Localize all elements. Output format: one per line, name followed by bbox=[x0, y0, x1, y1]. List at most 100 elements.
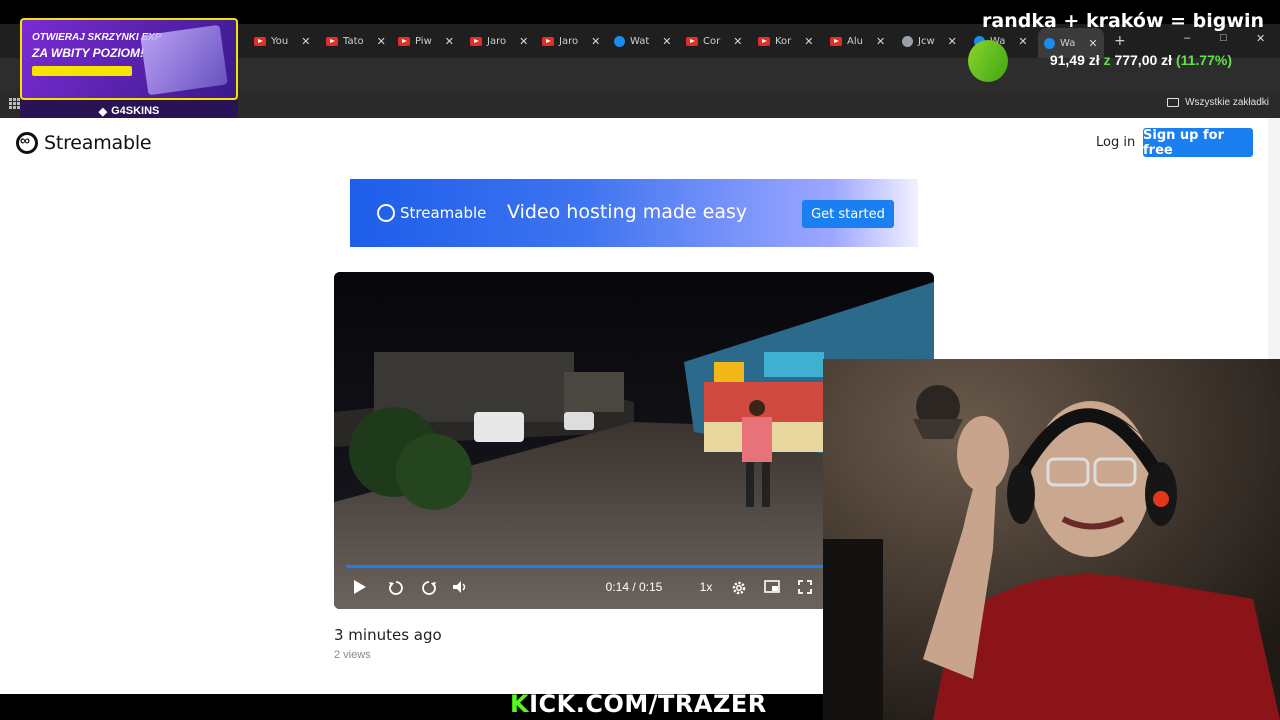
tab-label: Jcw bbox=[918, 35, 935, 47]
webcam-overlay bbox=[823, 359, 1280, 720]
tab-label: Wa bbox=[1060, 37, 1076, 49]
streamable-icon bbox=[1044, 37, 1055, 49]
brand-name: Streamable bbox=[44, 132, 152, 154]
forward-icon bbox=[422, 581, 436, 595]
signup-button[interactable]: Sign up for free bbox=[1143, 128, 1253, 158]
get-started-button[interactable]: Get started bbox=[802, 200, 894, 228]
browser-tab[interactable]: Piw ✕ bbox=[398, 32, 454, 50]
tab-label: Alu bbox=[847, 35, 863, 47]
streamer-camera bbox=[823, 359, 1280, 720]
tab-label: You bbox=[271, 35, 289, 47]
close-icon[interactable]: ✕ bbox=[591, 35, 600, 48]
goal-current: 91,49 zł bbox=[1049, 52, 1100, 68]
close-icon[interactable]: ✕ bbox=[733, 35, 742, 48]
speed-button[interactable]: 1x bbox=[696, 580, 716, 594]
goal-target: 777,00 zł bbox=[1114, 52, 1173, 68]
progress-fill bbox=[346, 565, 882, 568]
browser-tab[interactable]: You ✕ bbox=[254, 32, 310, 50]
browser-tab[interactable]: Jcw ✕ bbox=[902, 32, 957, 50]
browser-tab[interactable]: Alu ✕ bbox=[830, 32, 885, 50]
stream-title: randka + kraków = bigwin bbox=[982, 10, 1264, 32]
wolf-icon: ◆ bbox=[98, 105, 108, 118]
goal-sep: z bbox=[1103, 52, 1111, 68]
youtube-icon bbox=[686, 36, 698, 46]
tab-label: Jaro bbox=[559, 35, 579, 47]
close-icon[interactable]: ✕ bbox=[876, 35, 885, 48]
kick-k: K bbox=[510, 690, 530, 718]
goal-percent: (11.77%) bbox=[1175, 52, 1232, 68]
tab-label: Tato bbox=[343, 35, 364, 47]
streamable-logo-icon bbox=[377, 204, 395, 222]
upload-time: 3 minutes ago bbox=[334, 626, 442, 644]
streamable-icon bbox=[614, 35, 625, 47]
youtube-icon bbox=[758, 36, 770, 46]
volume-button[interactable] bbox=[450, 580, 470, 594]
tab-label: Cor bbox=[703, 35, 721, 47]
maximize-button[interactable]: □ bbox=[1220, 32, 1227, 44]
all-bookmarks-button[interactable]: Wszystkie zakładki bbox=[1167, 97, 1269, 108]
ad-line2: ZA WBITY POZIOM! bbox=[32, 46, 144, 60]
youtube-icon bbox=[326, 36, 338, 46]
youtube-icon bbox=[830, 36, 842, 46]
close-icon[interactable]: ✕ bbox=[948, 35, 957, 48]
close-icon[interactable]: ✕ bbox=[377, 35, 386, 48]
browser-tab[interactable]: Wat ✕ bbox=[614, 32, 672, 50]
browser-tab[interactable]: Jaro ✕ bbox=[542, 32, 600, 50]
tab-label: Piw bbox=[415, 35, 432, 47]
play-icon bbox=[353, 580, 366, 594]
crate-image bbox=[140, 24, 228, 96]
close-icon[interactable]: ✕ bbox=[1018, 35, 1027, 48]
youtube-icon bbox=[542, 36, 554, 46]
time-display: 0:14 / 0:15 bbox=[605, 580, 663, 594]
close-icon[interactable]: ✕ bbox=[519, 35, 528, 48]
kick-url: ICK.COM/TRAZER bbox=[529, 690, 767, 718]
picture-in-picture-icon bbox=[764, 580, 780, 593]
promo-banner[interactable]: Streamable Video hosting made easy Get s… bbox=[350, 179, 918, 247]
g4skins-ad-overlay: OTWIERAJ SKRZYNKI EXP ZA WBITY POZIOM! ◆… bbox=[8, 12, 240, 122]
fullscreen-icon bbox=[798, 580, 812, 594]
youtube-icon bbox=[398, 36, 410, 46]
banner-logo: Streamable bbox=[377, 204, 486, 222]
forward-10-button[interactable] bbox=[419, 580, 439, 596]
streamable-logo[interactable]: Streamable bbox=[16, 132, 152, 154]
kick-channel-label: KICK.COM/TRAZER bbox=[510, 690, 767, 718]
youtube-icon bbox=[254, 36, 266, 46]
plus-icon: + bbox=[1114, 33, 1126, 49]
view-count: 2 views bbox=[334, 649, 371, 661]
youtube-icon bbox=[470, 36, 482, 46]
fullscreen-button[interactable] bbox=[794, 580, 816, 594]
close-icon[interactable]: ✕ bbox=[662, 35, 671, 48]
settings-button[interactable] bbox=[728, 580, 750, 596]
screen: You ✕ Tato ✕ Piw ✕ Jaro ✕ Jaro ✕ Wat ✕ Cor ✕ Ko… bbox=[0, 0, 1280, 720]
play-button[interactable] bbox=[350, 580, 368, 594]
gear-icon bbox=[732, 581, 746, 595]
close-window-button[interactable]: ✕ bbox=[1256, 32, 1265, 45]
globe-icon bbox=[902, 35, 913, 47]
streamable-logo-icon bbox=[16, 132, 38, 154]
rewind-10-button[interactable] bbox=[386, 580, 406, 596]
goal-orb-icon bbox=[968, 40, 1008, 82]
browser-tab[interactable]: Tato ✕ bbox=[326, 32, 386, 50]
browser-tab[interactable]: Kor ✕ bbox=[758, 32, 814, 50]
donation-goal: 91,49 zł z 777,00 zł (11.77%) bbox=[1050, 52, 1232, 68]
browser-tab[interactable]: Jaro ✕ bbox=[470, 32, 528, 50]
tab-label: Jaro bbox=[487, 35, 507, 47]
all-bookmarks-label: Wszystkie zakładki bbox=[1185, 97, 1269, 108]
close-icon[interactable]: ✕ bbox=[301, 35, 310, 48]
pip-button[interactable] bbox=[761, 580, 783, 593]
rewind-icon bbox=[389, 581, 403, 595]
volume-icon bbox=[453, 581, 466, 593]
new-tab-button[interactable]: + bbox=[1114, 32, 1126, 50]
close-icon[interactable]: ✕ bbox=[804, 35, 813, 48]
browser-tab[interactable]: Cor ✕ bbox=[686, 32, 742, 50]
login-link[interactable]: Log in bbox=[1096, 135, 1135, 150]
tab-label: Wat bbox=[630, 35, 650, 47]
banner-tagline: Video hosting made easy bbox=[507, 201, 748, 223]
folder-icon bbox=[1167, 98, 1180, 107]
ad-bar bbox=[32, 66, 132, 76]
minimize-button[interactable]: – bbox=[1184, 32, 1190, 44]
close-icon[interactable]: ✕ bbox=[445, 35, 454, 48]
close-icon[interactable]: ✕ bbox=[1088, 37, 1097, 50]
ad-panel: OTWIERAJ SKRZYNKI EXP ZA WBITY POZIOM! bbox=[20, 18, 238, 100]
ad-brand-label: G4SKINS bbox=[111, 105, 160, 117]
